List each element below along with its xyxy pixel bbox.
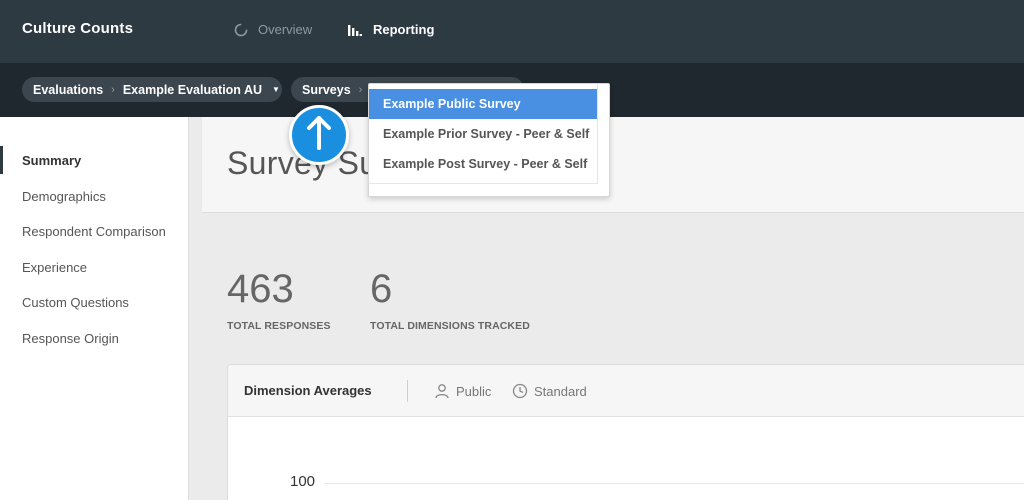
chevron-right-icon: › bbox=[358, 83, 363, 96]
nav-reporting[interactable]: Reporting bbox=[347, 22, 434, 37]
sidebar-item-experience[interactable]: Experience bbox=[22, 260, 87, 275]
evaluation-selector[interactable]: Evaluations › Example Evaluation AU ▼ bbox=[22, 77, 282, 102]
card-title: Dimension Averages bbox=[244, 383, 372, 398]
sidebar-item-response-origin[interactable]: Response Origin bbox=[22, 331, 119, 346]
chevron-right-icon: › bbox=[111, 83, 115, 96]
app-title[interactable]: Culture Counts bbox=[22, 20, 133, 37]
clock-icon bbox=[512, 383, 528, 399]
breadcrumb-evaluations[interactable]: Evaluations bbox=[33, 83, 103, 97]
arrow-up-icon bbox=[304, 115, 334, 156]
sidebar-item-respondent-comparison[interactable]: Respondent Comparison bbox=[22, 224, 166, 239]
survey-dropdown-menu: Example Public Survey Example Prior Surv… bbox=[368, 83, 610, 197]
divider bbox=[407, 380, 408, 402]
y-axis-tick: 100 bbox=[290, 473, 316, 490]
nav-overview[interactable]: Overview bbox=[234, 22, 312, 37]
standard-filter-label: Standard bbox=[534, 383, 587, 399]
divider bbox=[369, 183, 597, 184]
active-indicator bbox=[0, 146, 3, 174]
stat-total-dimensions-label: TOTAL DIMENSIONS TRACKED bbox=[370, 320, 530, 332]
bar-chart-icon bbox=[347, 23, 363, 37]
arrow-up-pointer bbox=[289, 105, 349, 165]
public-filter-label: Public bbox=[456, 383, 492, 399]
gutter bbox=[189, 117, 202, 500]
sidebar-item-custom-questions[interactable]: Custom Questions bbox=[22, 295, 129, 310]
grid-line bbox=[324, 483, 1024, 484]
top-bar: Culture Counts Overview Reporting bbox=[0, 0, 1024, 63]
dropdown-item-public-survey[interactable]: Example Public Survey bbox=[369, 89, 597, 119]
breadcrumb-surveys[interactable]: Surveys bbox=[302, 83, 351, 97]
standard-filter[interactable]: Standard bbox=[512, 383, 587, 399]
person-icon bbox=[434, 383, 450, 399]
dimension-averages-card: Dimension Averages Public Standard 100 bbox=[227, 364, 1024, 500]
dropdown-item-post-survey[interactable]: Example Post Survey - Peer & Self bbox=[369, 149, 597, 179]
nav-reporting-label: Reporting bbox=[373, 22, 435, 37]
sidebar: Summary Demographics Respondent Comparis… bbox=[0, 117, 189, 500]
loading-circle-icon bbox=[234, 23, 248, 37]
sidebar-item-summary[interactable]: Summary bbox=[22, 153, 81, 168]
breadcrumb-evaluation[interactable]: Example Evaluation AU bbox=[123, 83, 262, 97]
dropdown-item-prior-survey[interactable]: Example Prior Survey - Peer & Self bbox=[369, 119, 597, 149]
card-header: Dimension Averages Public Standard bbox=[228, 365, 1024, 417]
divider bbox=[597, 84, 598, 184]
public-filter[interactable]: Public bbox=[434, 383, 491, 399]
stat-total-responses-value: 463 bbox=[227, 267, 294, 311]
stat-total-responses-label: TOTAL RESPONSES bbox=[227, 320, 331, 332]
stat-total-dimensions-value: 6 bbox=[370, 267, 393, 311]
nav-overview-label: Overview bbox=[258, 22, 313, 37]
sidebar-item-demographics[interactable]: Demographics bbox=[22, 189, 106, 204]
caret-down-icon[interactable]: ▼ bbox=[272, 85, 280, 94]
